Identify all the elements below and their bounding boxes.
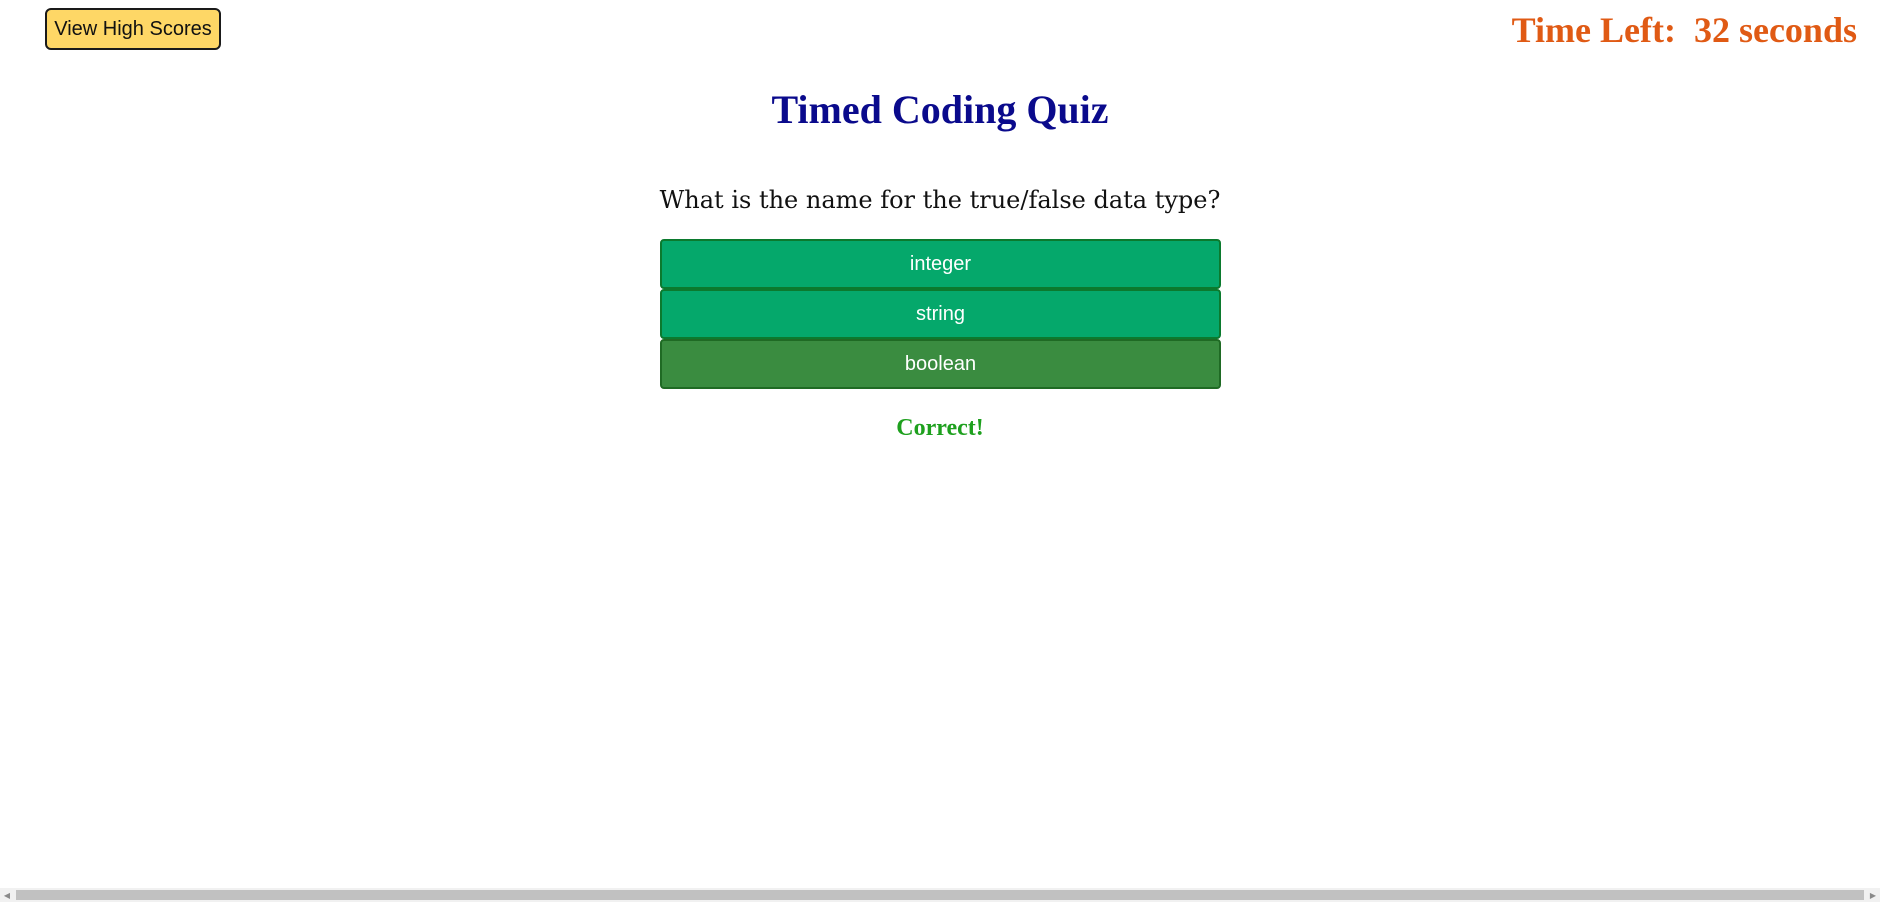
choice-boolean-button[interactable]: boolean: [660, 339, 1221, 389]
choice-integer-button[interactable]: integer: [660, 239, 1221, 289]
scroll-left-arrow-icon[interactable]: ◀: [0, 888, 14, 902]
timer: Time Left: 32 seconds: [1512, 5, 1857, 55]
horizontal-scrollbar[interactable]: ◀ ▶: [0, 888, 1880, 902]
question-text: What is the name for the true/false data…: [659, 186, 1221, 214]
answer-feedback: Correct!: [896, 415, 984, 441]
choice-string-button[interactable]: string: [660, 289, 1221, 339]
scrollbar-thumb[interactable]: [16, 890, 1864, 900]
view-high-scores-button[interactable]: View High Scores: [45, 8, 221, 50]
page-title: Timed Coding Quiz: [771, 87, 1109, 132]
timer-unit: seconds: [1738, 10, 1857, 50]
timer-value: 32: [1693, 10, 1730, 50]
scroll-right-arrow-icon[interactable]: ▶: [1866, 888, 1880, 902]
answer-choices: integer string boolean: [660, 239, 1221, 389]
timer-prefix: Time Left:: [1511, 10, 1676, 50]
